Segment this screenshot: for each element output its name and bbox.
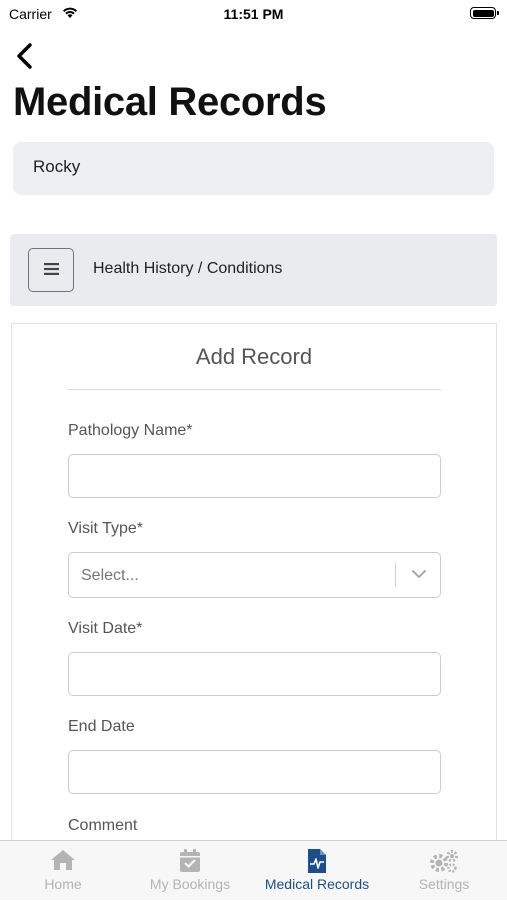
chevron-down-icon[interactable] [411,569,427,579]
tab-medical-records[interactable]: Medical Records [254,841,380,901]
tab-settings[interactable]: Settings [381,841,507,901]
section-header: Health History / Conditions [10,234,497,306]
select-separator [395,563,396,587]
visit-date-label: Visit Date* [68,620,143,637]
tab-my-bookings[interactable]: My Bookings [127,841,253,901]
tab-bar: Home My Bookings Medical Records Setting… [0,840,507,900]
card-divider [68,389,441,390]
add-record-card: Add Record Pathology Name* Visit Type* S… [11,323,497,863]
end-date-label: End Date [68,718,135,735]
comment-label: Comment [68,817,138,834]
card-title: Add Record [195,344,313,369]
visit-date-input[interactable] [68,652,441,696]
medical-file-icon [308,849,326,873]
visit-type-select[interactable]: Select... [68,552,441,598]
hamburger-icon [44,263,59,275]
tab-home-label: Home [44,876,82,892]
tab-medical-records-label: Medical Records [264,876,370,892]
status-bar: Carrier 11:51 PM [0,0,507,28]
visit-type-label: Visit Type* [68,520,144,537]
battery-icon [470,7,499,19]
chevron-left-icon [17,43,32,69]
page-title: Medical Records [13,80,327,124]
tab-settings-label: Settings [418,876,470,892]
pathology-name-input[interactable] [68,454,441,498]
menu-button[interactable] [28,248,74,292]
status-time: 11:51 PM [223,6,284,22]
end-date-input[interactable] [68,750,441,794]
back-button[interactable] [13,42,37,70]
tab-home[interactable]: Home [0,841,126,901]
visit-type-placeholder: Select... [81,567,139,584]
gears-icon [430,850,458,873]
calendar-check-icon [180,849,200,872]
pet-name-value: Rocky [33,157,81,176]
section-label: Health History / Conditions [93,260,283,277]
pet-name-field[interactable]: Rocky [13,142,494,195]
home-icon [51,850,75,870]
pathology-name-label: Pathology Name* [68,422,193,439]
tab-my-bookings-label: My Bookings [149,876,231,892]
